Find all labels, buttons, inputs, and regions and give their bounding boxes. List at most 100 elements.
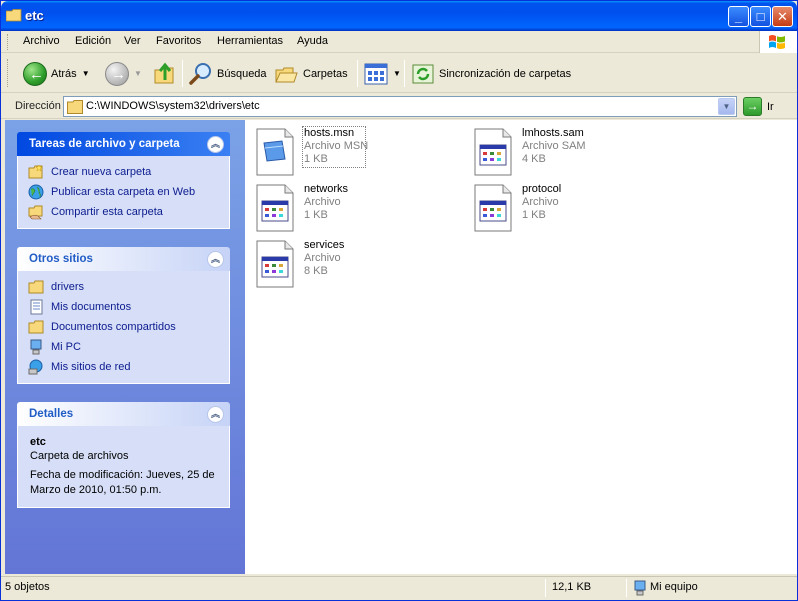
file-type: Archivo [522, 196, 559, 208]
my-documents-icon [30, 299, 43, 315]
file-name: hosts.msn [304, 127, 355, 139]
folders-label: Carpetas [303, 67, 348, 80]
file-list[interactable]: hosts.msn Archivo MSN 1 KB lmhosts.sam A… [245, 120, 797, 574]
file-item-hosts-msn[interactable]: hosts.msn Archivo MSN 1 KB [247, 124, 447, 176]
folder-icon [6, 9, 22, 22]
title-bar[interactable]: etc _ □ ✕ [1, 1, 797, 31]
menu-grip [7, 34, 10, 50]
task-label: Compartir esta carpeta [51, 206, 163, 218]
menu-ayuda[interactable]: Ayuda [297, 35, 328, 47]
details-panel: Detalles ︽ etc Carpeta de archivos Fecha… [17, 402, 230, 508]
address-bar: Dirección ▼ → Ir [1, 94, 797, 119]
back-button[interactable]: ← Atrás ▼ [23, 60, 90, 87]
file-type: Archivo MSN [304, 140, 369, 152]
toolbar-separator [357, 60, 358, 87]
close-button[interactable]: ✕ [772, 6, 793, 27]
menu-ver[interactable]: Ver [124, 35, 141, 47]
task-publish-web[interactable]: Publicar esta carpeta en Web [28, 182, 229, 202]
views-button[interactable]: ▼ [364, 60, 401, 87]
place-label: drivers [51, 281, 85, 293]
file-size: 4 KB [522, 153, 546, 165]
forward-dropdown-icon[interactable]: ▼ [134, 69, 142, 78]
file-size: 1 KB [304, 153, 328, 165]
file-name: lmhosts.sam [522, 127, 584, 139]
file-item-services[interactable]: services Archivo 8 KB [247, 236, 447, 288]
menu-bar: Archivo Edición Ver Favoritos Herramient… [1, 31, 797, 53]
task-label: Crear nueva carpeta [51, 166, 152, 178]
menu-herramientas[interactable]: Herramientas [217, 35, 283, 47]
file-size: 1 KB [304, 209, 328, 221]
go-label: Ir [767, 100, 774, 113]
details-panel-title: Detalles [29, 408, 74, 420]
toolbar-separator [182, 60, 183, 87]
maximize-button[interactable]: □ [750, 6, 771, 27]
menu-edicion[interactable]: Edición [75, 35, 111, 47]
folders-button[interactable]: Carpetas [275, 60, 348, 87]
go-button[interactable]: → Ir [743, 97, 774, 116]
search-button[interactable]: Búsqueda [189, 60, 267, 87]
place-my-computer[interactable]: Mi PC [28, 337, 229, 357]
back-label: Atrás [51, 67, 77, 80]
place-my-documents[interactable]: Mis documentos [28, 297, 229, 317]
task-share-folder[interactable]: Compartir esta carpeta [28, 202, 229, 222]
windows-flag-icon [769, 35, 785, 50]
details-panel-body: etc Carpeta de archivos Fecha de modific… [17, 426, 230, 508]
status-bar: 5 objetos 12,1 KB Mi equipo [1, 576, 797, 598]
go-arrow-icon: → [743, 97, 762, 116]
details-panel-header[interactable]: Detalles ︽ [17, 402, 230, 426]
file-item-lmhosts-sam[interactable]: lmhosts.sam Archivo SAM 4 KB [465, 124, 665, 176]
file-item-protocol[interactable]: protocol Archivo 1 KB [465, 180, 665, 232]
up-folder-button[interactable] [153, 60, 177, 87]
details-type: Carpeta de archivos [30, 450, 129, 462]
folder-icon [67, 100, 83, 114]
generic-file-icon [256, 240, 294, 288]
forward-button[interactable]: → ▼ [105, 60, 142, 87]
details-modified: Marzo de 2010, 01:50 p.m. [30, 484, 162, 496]
window-title: etc [25, 8, 44, 23]
forward-arrow-icon: → [105, 61, 129, 86]
tasks-panel-body: Crear nueva carpeta Publicar esta carpet… [17, 156, 230, 229]
network-places-icon [28, 359, 43, 375]
windows-logo [759, 31, 797, 53]
task-pane: Tareas de archivo y carpeta ︽ Crear nuev… [5, 120, 245, 574]
new-folder-icon [28, 164, 43, 179]
file-size: 8 KB [304, 265, 328, 277]
minimize-button[interactable]: _ [728, 6, 749, 27]
collapse-chevron-icon[interactable]: ︽ [207, 406, 224, 423]
generic-file-icon [474, 128, 512, 176]
back-dropdown-icon[interactable]: ▼ [82, 69, 90, 78]
collapse-chevron-icon[interactable]: ︽ [207, 136, 224, 153]
tasks-panel: Tareas de archivo y carpeta ︽ Crear nuev… [17, 132, 230, 229]
place-shared-documents[interactable]: Documentos compartidos [28, 317, 229, 337]
status-object-count: 5 objetos [5, 581, 50, 593]
place-label: Mi PC [51, 341, 81, 353]
place-network-places[interactable]: Mis sitios de red [28, 357, 229, 377]
file-type: Archivo SAM [522, 140, 586, 152]
file-size: 1 KB [522, 209, 546, 221]
places-panel-title: Otros sitios [29, 253, 93, 265]
place-label: Mis sitios de red [51, 361, 131, 373]
status-separator [626, 579, 627, 597]
file-name: networks [304, 183, 349, 195]
file-item-networks[interactable]: networks Archivo 1 KB [247, 180, 447, 232]
search-icon [189, 62, 211, 85]
address-input[interactable] [86, 100, 706, 112]
address-box[interactable]: ▼ [63, 96, 737, 117]
views-dropdown-icon[interactable]: ▼ [393, 69, 401, 78]
places-panel-body: drivers Mis documentos Documentos compar… [17, 271, 230, 384]
menu-favoritos[interactable]: Favoritos [156, 35, 201, 47]
address-dropdown-button[interactable]: ▼ [718, 98, 735, 115]
places-panel-header[interactable]: Otros sitios ︽ [17, 247, 230, 271]
status-size: 12,1 KB [552, 581, 592, 593]
collapse-chevron-icon[interactable]: ︽ [207, 251, 224, 268]
sync-folders-icon [412, 64, 434, 83]
sync-button[interactable]: Sincronización de carpetas [411, 60, 571, 87]
tasks-panel-header[interactable]: Tareas de archivo y carpeta ︽ [17, 132, 230, 156]
generic-file-icon [474, 184, 512, 232]
task-new-folder[interactable]: Crear nueva carpeta [28, 162, 229, 182]
views-icon [364, 63, 388, 84]
menu-archivo[interactable]: Archivo [23, 35, 60, 47]
place-drivers[interactable]: drivers [28, 277, 229, 297]
status-separator [545, 579, 546, 597]
file-type: Archivo [304, 252, 341, 264]
